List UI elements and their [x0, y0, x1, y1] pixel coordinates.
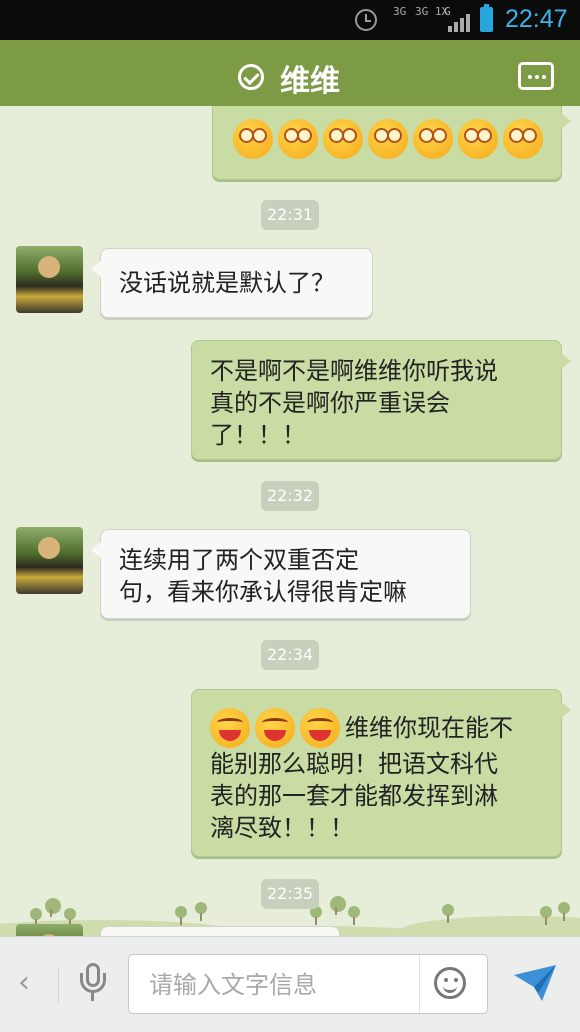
message-text-line: 真的不是啊你严重误会	[210, 389, 450, 417]
timestamp: 22:35	[261, 879, 319, 909]
signal-icon	[448, 12, 470, 32]
divider	[58, 967, 59, 1003]
input-bar: ‹	[0, 936, 580, 1032]
status-bar: 3G 3G 1X G 22:47	[0, 0, 580, 40]
dizzy-emoji-icon	[233, 119, 273, 159]
smile-icon[interactable]	[434, 967, 466, 999]
clock-icon	[355, 9, 377, 31]
avatar[interactable]	[16, 527, 83, 594]
status-time: 22:47	[505, 5, 568, 33]
message-bubble-incoming[interactable]: 连续用了两个双重否定 句，看来你承认得很肯定嘛	[91, 529, 471, 619]
message-text-line: 连续用了两个双重否定	[119, 546, 359, 574]
send-icon[interactable]	[512, 963, 558, 1003]
timestamp: 22:31	[261, 200, 319, 230]
message-text-line: 没话说就是默认了？	[119, 269, 335, 297]
message-input[interactable]	[147, 965, 411, 1005]
network-3g-label: 3G	[393, 5, 407, 18]
message-bubble-outgoing[interactable]	[212, 106, 571, 180]
message-text-line: 句，看来你承认得很肯定嘛	[119, 578, 407, 606]
divider	[419, 955, 420, 1013]
avatar[interactable]	[16, 246, 83, 313]
avatar[interactable]	[16, 924, 83, 936]
message-bubble-incoming[interactable]	[100, 926, 340, 936]
laughing-emoji-icon	[255, 708, 295, 748]
check-icon	[238, 64, 264, 90]
mic-icon[interactable]	[80, 963, 106, 1001]
back-icon[interactable]: ‹	[18, 965, 30, 1000]
dizzy-emoji-icon	[503, 119, 543, 159]
dizzy-emoji-icon	[458, 119, 498, 159]
dizzy-emoji-icon	[413, 119, 453, 159]
message-text-line: 表的那一套才能都发挥到淋	[210, 782, 498, 810]
message-bubble-incoming[interactable]: 没话说就是默认了？	[91, 248, 373, 318]
laughing-emoji-icon	[300, 708, 340, 748]
timestamp: 22:32	[261, 481, 319, 511]
laughing-emoji-icon	[210, 708, 250, 748]
message-text-line: 了！！！	[210, 421, 306, 449]
timestamp: 22:34	[261, 640, 319, 670]
chat-header: 维维	[0, 40, 580, 112]
dizzy-emoji-icon	[323, 119, 363, 159]
dizzy-emoji-icon	[278, 119, 318, 159]
message-text-line: 能别那么聪明！把语文科代	[210, 750, 498, 778]
dizzy-emoji-icon	[368, 119, 408, 159]
contact-name: 维维	[280, 64, 340, 99]
more-icon[interactable]	[518, 62, 554, 90]
message-text-line: 维维你现在能不	[345, 714, 513, 742]
message-bubble-outgoing[interactable]: 不是啊不是啊维维你听我说 真的不是啊你严重误会 了！！！	[191, 340, 571, 460]
message-text-line: 漓尽致！！！	[210, 814, 354, 842]
battery-icon	[480, 4, 493, 32]
message-text-line: 不是啊不是啊维维你听我说	[210, 357, 498, 385]
message-bubble-outgoing[interactable]: 维维你现在能不 能别那么聪明！把语文科代 表的那一套才能都发挥到淋 漓尽致！！！	[191, 689, 571, 857]
chat-area[interactable]: 22:31 没话说就是默认了？ 不是啊不是啊维维你听我说 真的不是啊你严重误会 …	[0, 106, 580, 936]
message-input-box[interactable]	[128, 954, 488, 1014]
